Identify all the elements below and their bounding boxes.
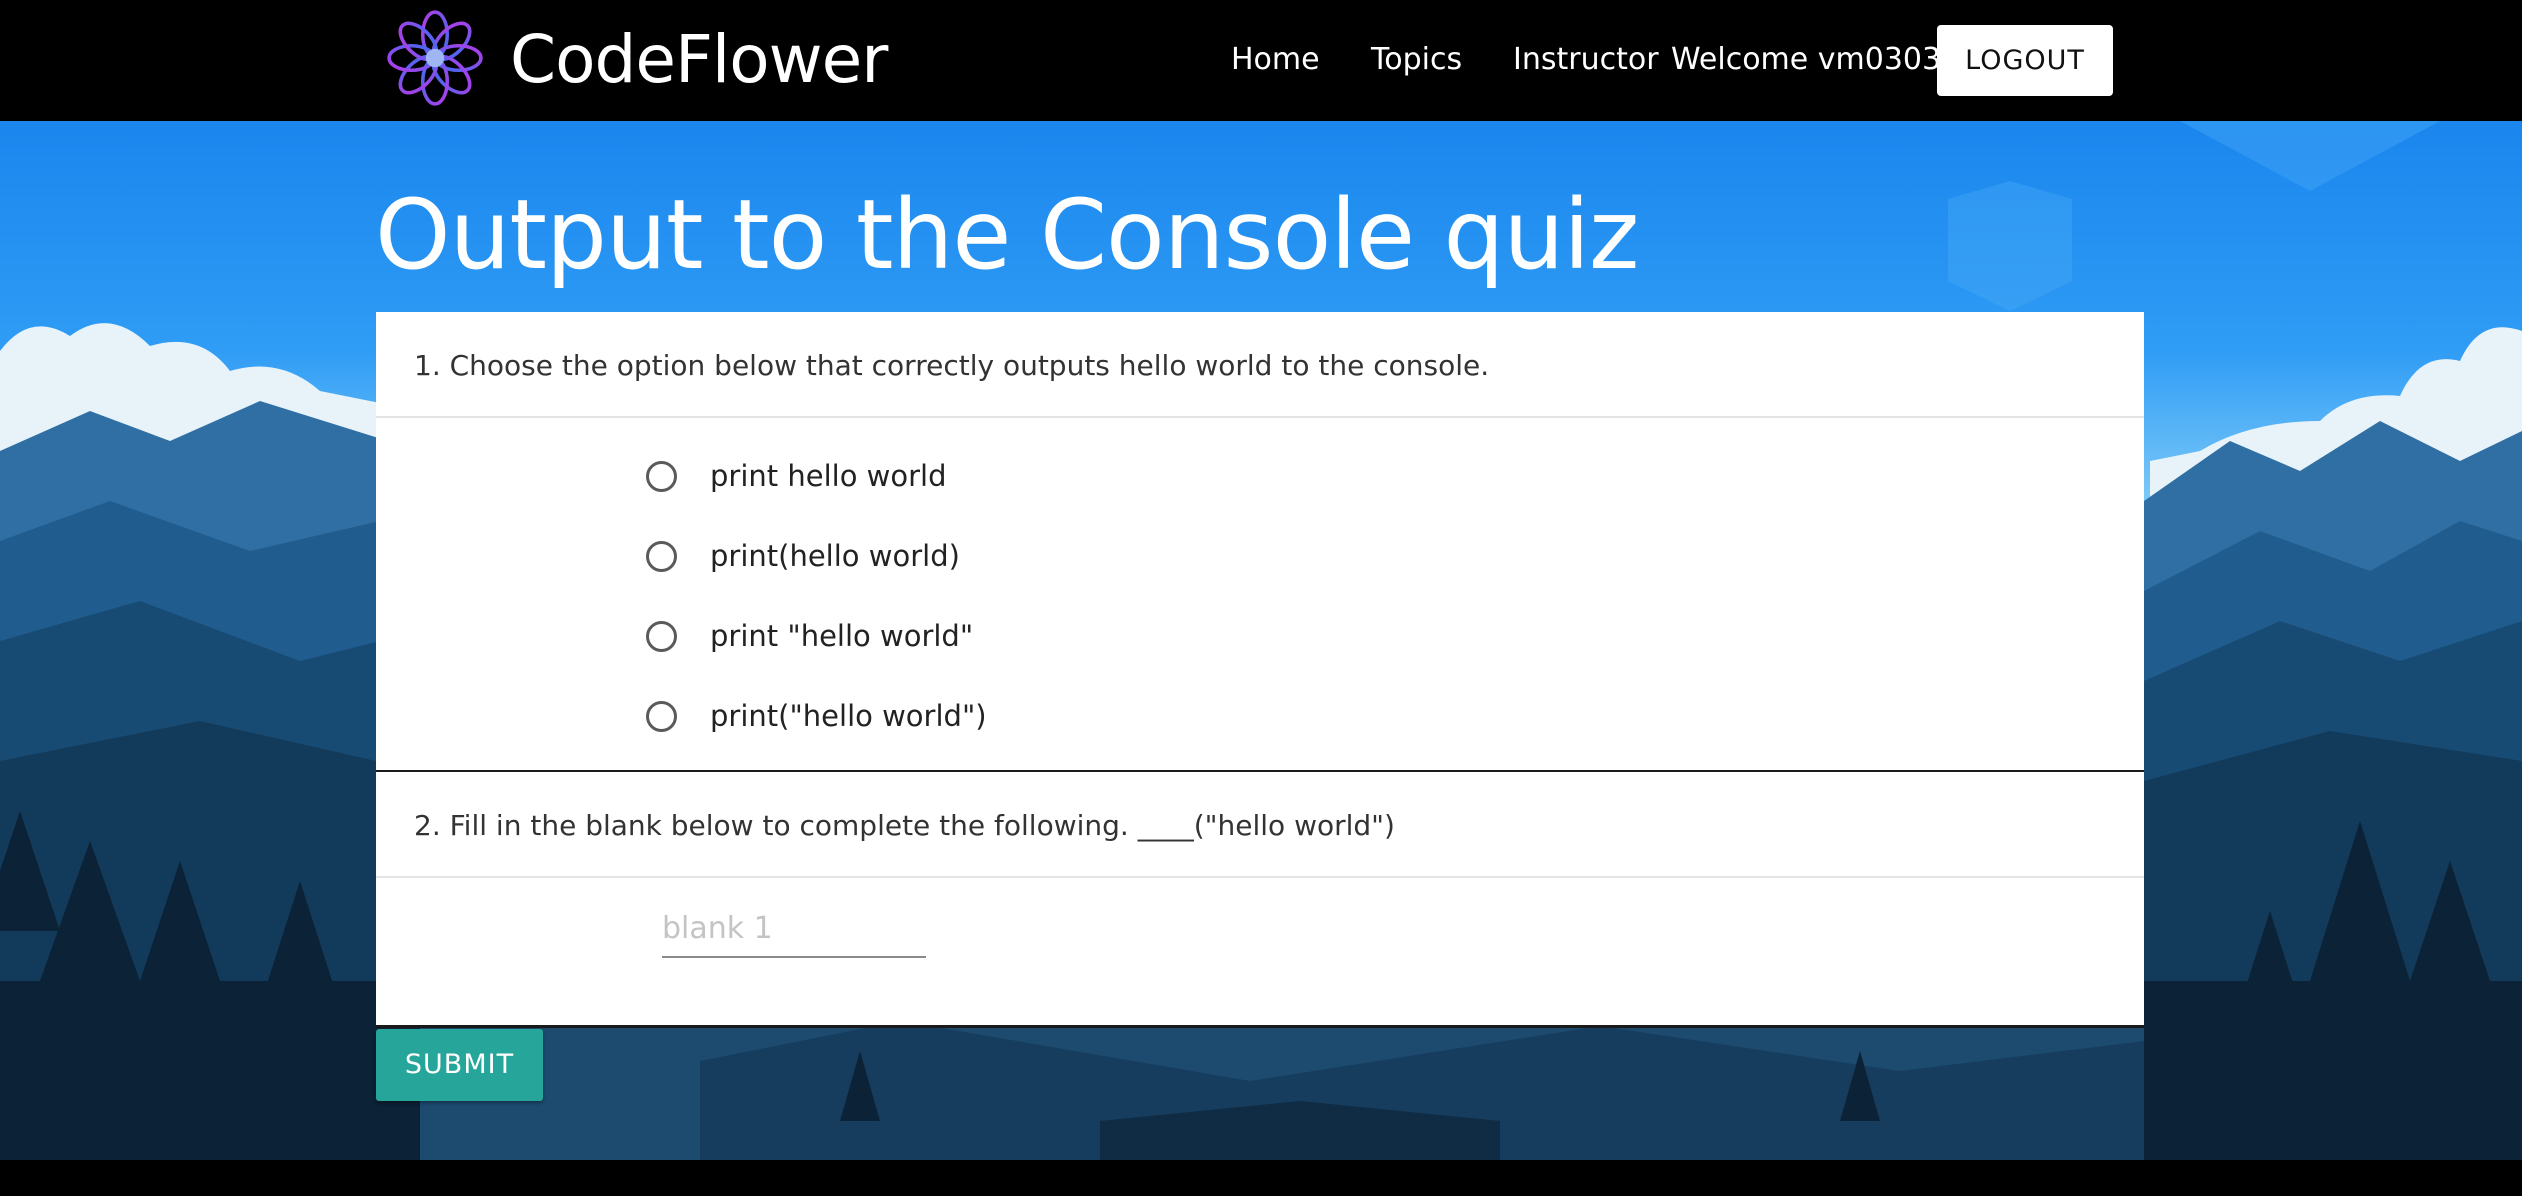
question-card-1: 1. Choose the option below that correctl… xyxy=(376,312,2144,773)
nav-instructor-link[interactable]: Instructor xyxy=(1513,40,1659,80)
option-label[interactable]: print hello world xyxy=(710,457,947,495)
question-card-2: 2. Fill in the blank below to complete t… xyxy=(376,772,2144,1028)
radio-button[interactable] xyxy=(646,461,677,492)
nav-topics-link[interactable]: Topics xyxy=(1371,40,1462,80)
option-label[interactable]: print "hello world" xyxy=(710,617,973,655)
page-title: Output to the Console quiz xyxy=(375,179,1639,291)
top-navbar: CodeFlower Home Topics Instructor Welcom… xyxy=(0,0,2522,121)
nav-home-link[interactable]: Home xyxy=(1231,40,1320,80)
submit-button[interactable]: SUBMIT xyxy=(376,1029,543,1101)
question-2-text: 2. Fill in the blank below to complete t… xyxy=(414,809,1395,842)
question-1-text: 1. Choose the option below that correctl… xyxy=(414,349,1490,382)
radio-button[interactable] xyxy=(646,541,677,572)
question-1-divider xyxy=(376,416,2144,418)
blank-1-input[interactable] xyxy=(662,900,926,958)
logout-button[interactable]: LOGOUT xyxy=(1937,25,2113,96)
brand-name[interactable]: CodeFlower xyxy=(510,22,888,98)
radio-button[interactable] xyxy=(646,621,677,652)
option-label[interactable]: print(hello world) xyxy=(710,537,960,575)
radio-button[interactable] xyxy=(646,701,677,732)
welcome-text: Welcome vm0303 xyxy=(1671,42,1942,77)
flower-logo-icon[interactable] xyxy=(384,7,486,109)
option-label[interactable]: print("hello world") xyxy=(710,697,987,735)
footer-bar xyxy=(0,1160,2522,1196)
question-2-divider xyxy=(376,876,2144,878)
